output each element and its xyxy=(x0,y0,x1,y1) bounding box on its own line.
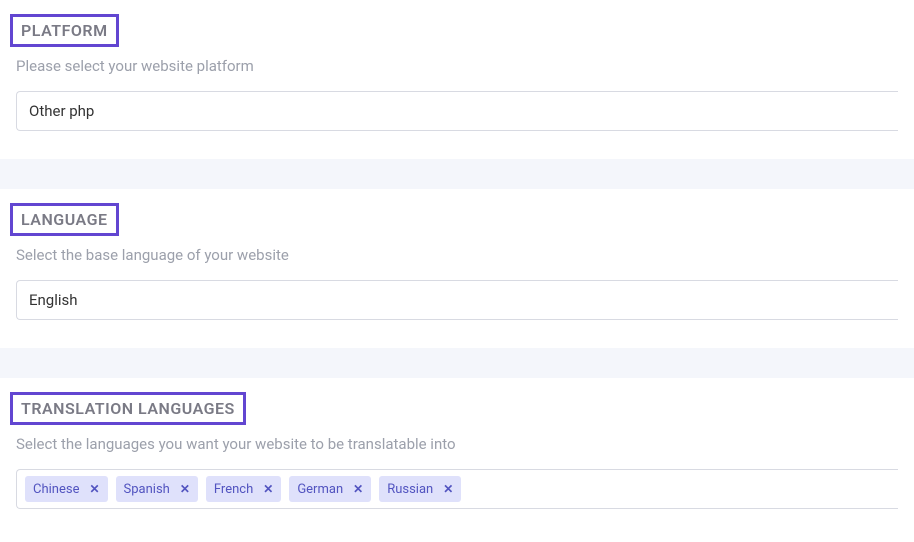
language-tag: German ✕ xyxy=(289,476,371,502)
tag-label: Chinese xyxy=(33,482,79,497)
language-tag: French ✕ xyxy=(206,476,281,502)
tag-label: Spanish xyxy=(124,482,170,497)
translation-section: TRANSLATION LANGUAGES Select the languag… xyxy=(0,378,914,523)
language-tag: Spanish ✕ xyxy=(116,476,198,502)
tag-remove-icon[interactable]: ✕ xyxy=(443,483,453,495)
tag-remove-icon[interactable]: ✕ xyxy=(89,483,99,495)
tag-remove-icon[interactable]: ✕ xyxy=(180,483,190,495)
tag-label: French xyxy=(214,482,253,497)
language-tag: Chinese ✕ xyxy=(25,476,108,502)
platform-selected-value: Other php xyxy=(29,102,94,120)
language-selected-value: English xyxy=(29,291,78,309)
tag-remove-icon[interactable]: ✕ xyxy=(353,483,363,495)
section-divider xyxy=(0,159,914,189)
platform-section: PLATFORM Please select your website plat… xyxy=(0,0,914,159)
language-select[interactable]: English xyxy=(16,280,898,320)
translation-tag-input[interactable]: Chinese ✕ Spanish ✕ French ✕ German ✕ Russian ✕ xyxy=(16,469,898,509)
section-divider xyxy=(0,348,914,378)
language-tag: Russian ✕ xyxy=(379,476,461,502)
platform-title: PLATFORM xyxy=(10,14,119,47)
language-title: LANGUAGE xyxy=(10,203,119,236)
tag-remove-icon[interactable]: ✕ xyxy=(263,483,273,495)
translation-title: TRANSLATION LANGUAGES xyxy=(10,392,246,425)
translation-subtitle: Select the languages you want your websi… xyxy=(16,435,898,453)
language-section: LANGUAGE Select the base language of you… xyxy=(0,189,914,348)
platform-select[interactable]: Other php xyxy=(16,91,898,131)
platform-subtitle: Please select your website platform xyxy=(16,57,898,75)
language-subtitle: Select the base language of your website xyxy=(16,246,898,264)
tag-label: German xyxy=(297,482,343,497)
tag-label: Russian xyxy=(387,482,433,497)
